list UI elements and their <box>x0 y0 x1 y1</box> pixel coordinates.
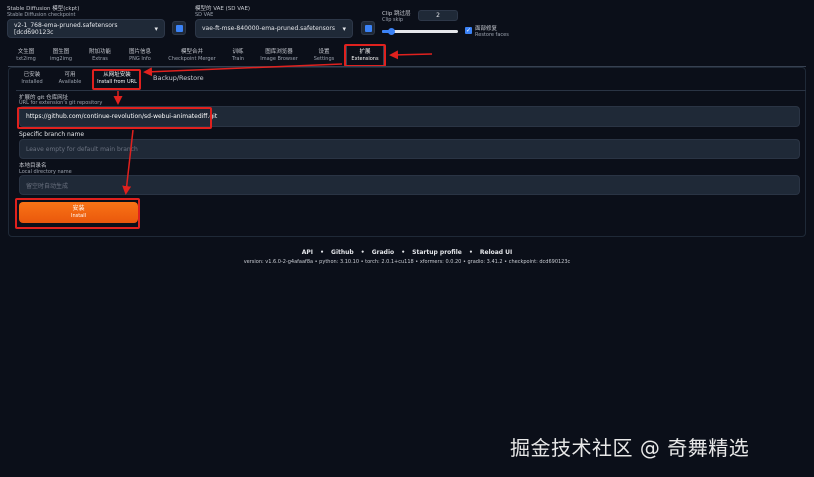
footer-link-reload-ui[interactable]: Reload UI <box>480 249 512 256</box>
annotation-arrows <box>113 50 433 195</box>
watermark: 掘金技术社区 @ 奇舞精选 <box>510 436 750 460</box>
footer-version: version: v1.6.0-2-g4afaaf8a • python: 3.… <box>243 259 571 265</box>
footer-sep: • <box>401 249 406 256</box>
footer-links: API • Github • Gradio • Startup profile … <box>0 249 814 256</box>
arrow-to-install-button <box>122 129 134 195</box>
footer-link-api[interactable]: API <box>302 249 313 256</box>
footer-link-gradio[interactable]: Gradio <box>372 249 394 256</box>
footer-link-startup-profile[interactable]: Startup profile <box>412 249 462 256</box>
arrow-to-extensions-tab <box>389 50 433 60</box>
footer-link-github[interactable]: Github <box>331 249 354 256</box>
arrow-to-install-url-tab <box>143 63 343 77</box>
footer-sep: • <box>320 249 324 256</box>
footer-sep: • <box>468 249 473 256</box>
footer-sep: • <box>360 249 365 256</box>
